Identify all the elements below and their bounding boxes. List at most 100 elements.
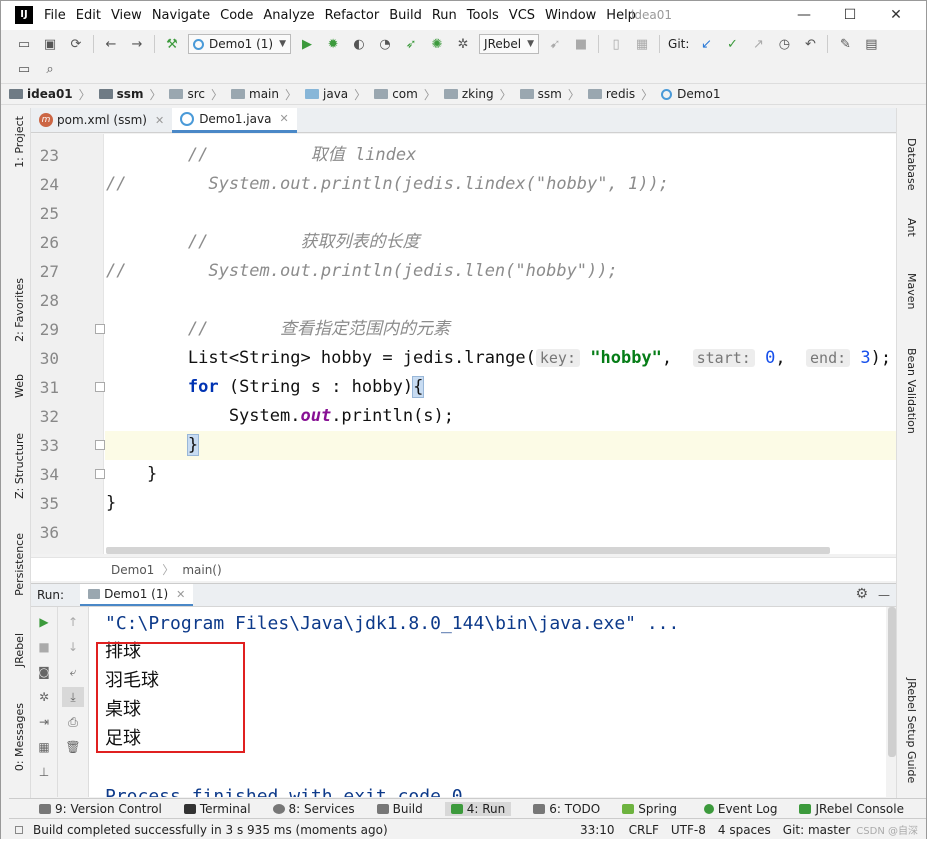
- forward-icon[interactable]: →: [127, 34, 147, 54]
- tab-pom-xml[interactable]: m pom.xml (ssm) ✕: [31, 108, 172, 133]
- tool-spring[interactable]: Spring: [622, 802, 677, 816]
- tool-tab-bean-validation[interactable]: Bean Validation: [905, 348, 918, 434]
- close-button[interactable]: ✕: [873, 1, 919, 30]
- fold-marker-icon[interactable]: [95, 469, 105, 479]
- layout-icon[interactable]: ▦: [33, 737, 55, 757]
- tool-version-control[interactable]: 9: Version Control: [39, 802, 162, 816]
- breadcrumb-src[interactable]: src 〉: [169, 86, 223, 103]
- menu-view[interactable]: View: [106, 8, 147, 23]
- code-line[interactable]: // 取值 lindex: [106, 141, 416, 170]
- trash-icon[interactable]: 🗑: [62, 737, 84, 757]
- pin-icon[interactable]: ⊥: [33, 762, 55, 782]
- tool-tab-jrebel[interactable]: JRebel: [13, 633, 26, 667]
- run-tab-demo1[interactable]: Demo1 (1) ✕: [80, 584, 194, 606]
- fold-marker-icon[interactable]: [95, 324, 105, 334]
- run-config-select[interactable]: Demo1 (1) ▼: [188, 34, 292, 54]
- structure-icon[interactable]: ▦: [632, 34, 652, 54]
- status-message[interactable]: Build completed successfully in 3 s 935 …: [33, 823, 388, 837]
- code-line[interactable]: List<String> hobby = jedis.lrange(key: "…: [106, 344, 891, 373]
- tool-todo[interactable]: 6: TODO: [533, 802, 600, 816]
- rerun-icon[interactable]: ▶: [33, 612, 55, 632]
- git-commit-icon[interactable]: ✓: [722, 34, 742, 54]
- close-icon[interactable]: ✕: [176, 588, 185, 601]
- code-line[interactable]: System.out.println(s);: [106, 402, 454, 431]
- fold-marker-icon[interactable]: [95, 382, 105, 392]
- tool-jrebel-console[interactable]: JRebel Console: [799, 802, 904, 816]
- menu-refactor[interactable]: Refactor: [320, 8, 385, 23]
- debug-icon[interactable]: ✹: [323, 34, 343, 54]
- code-line[interactable]: }: [106, 489, 116, 518]
- menu-navigate[interactable]: Navigate: [147, 8, 215, 23]
- tool-tab-web[interactable]: Web: [13, 374, 26, 398]
- attach-icon[interactable]: ✲: [453, 34, 473, 54]
- code-editor[interactable]: 23 24 25 26 27 28 29 30 31 32 33 34 35 36 // 取值 linde…: [31, 134, 896, 554]
- run-icon[interactable]: ▶: [297, 34, 317, 54]
- caret-position[interactable]: 33:10: [580, 823, 615, 837]
- code-line[interactable]: // 查看指定范围内的元素: [106, 315, 450, 344]
- history-icon[interactable]: ◷: [774, 34, 794, 54]
- breadcrumb-redis[interactable]: redis 〉: [587, 86, 653, 103]
- settings-icon[interactable]: ✲: [33, 687, 55, 707]
- tool-event-log[interactable]: Event Log: [703, 802, 777, 816]
- project-structure-icon[interactable]: ▤: [861, 34, 881, 54]
- breadcrumb-demo1[interactable]: Demo1: [661, 87, 720, 101]
- up-arrow-icon[interactable]: ↑: [62, 612, 84, 632]
- breadcrumb-ssm-pkg[interactable]: ssm 〉: [519, 86, 580, 103]
- menu-vcs[interactable]: VCS: [504, 8, 540, 23]
- jrebel-debug-icon[interactable]: ✺: [427, 34, 447, 54]
- git-branch[interactable]: Git: master: [783, 823, 851, 837]
- menu-analyze[interactable]: Analyze: [258, 8, 319, 23]
- scroll-to-end-icon[interactable]: ⤓: [62, 687, 84, 707]
- indent-setting[interactable]: 4 spaces: [718, 823, 771, 837]
- jrebel-run-icon[interactable]: ➶: [401, 34, 421, 54]
- maximize-button[interactable]: ☐: [827, 1, 873, 30]
- breadcrumb-com[interactable]: com 〉: [374, 86, 436, 103]
- hide-panel-icon[interactable]: —: [878, 588, 890, 602]
- search-icon[interactable]: ⌕: [40, 59, 60, 79]
- menu-code[interactable]: Code: [215, 8, 258, 23]
- camera-icon[interactable]: ◙: [33, 662, 55, 682]
- menu-file[interactable]: File: [39, 8, 71, 23]
- breadcrumb-idea01[interactable]: idea01 〉: [9, 86, 91, 103]
- down-arrow-icon[interactable]: ↓: [62, 637, 84, 657]
- tool-tab-project[interactable]: 1: Project: [13, 116, 26, 168]
- fold-marker-icon[interactable]: [95, 440, 105, 450]
- update-icon[interactable]: ➹: [545, 34, 565, 54]
- tool-tab-persistence[interactable]: Persistence: [13, 533, 26, 596]
- stop-icon[interactable]: ■: [33, 637, 55, 657]
- git-update-icon[interactable]: ↙: [696, 34, 716, 54]
- code-line[interactable]: for (String s : hobby){: [106, 373, 425, 402]
- terminal-icon[interactable]: ▭: [14, 59, 34, 79]
- soft-wrap-icon[interactable]: ⤶: [62, 662, 84, 682]
- git-push-icon[interactable]: ↗: [748, 34, 768, 54]
- breadcrumb-main[interactable]: main 〉: [231, 86, 297, 103]
- tool-build[interactable]: Build: [376, 802, 423, 816]
- breadcrumb-ssm[interactable]: ssm 〉: [98, 86, 161, 103]
- sync-icon[interactable]: ⟳: [66, 34, 86, 54]
- code-line[interactable]: }: [106, 460, 157, 489]
- tab-demo1-java[interactable]: Demo1.java ✕: [172, 107, 297, 133]
- tool-terminal[interactable]: Terminal: [183, 802, 251, 816]
- tool-run[interactable]: 4: Run: [444, 801, 512, 816]
- jrebel-select[interactable]: JRebel ▼: [479, 34, 540, 54]
- editor-crumb-method[interactable]: main(): [182, 563, 221, 577]
- code-line[interactable]: // System.out.println(jedis.llen("hobby"…: [106, 257, 618, 286]
- tool-tab-messages[interactable]: 0: Messages: [13, 703, 26, 771]
- back-icon[interactable]: ←: [101, 34, 121, 54]
- line-separator[interactable]: CRLF: [629, 823, 659, 837]
- close-icon[interactable]: ✕: [279, 112, 288, 125]
- close-icon[interactable]: ✕: [155, 114, 164, 127]
- code-line[interactable]: }: [106, 431, 200, 460]
- stop-icon[interactable]: ■: [571, 34, 591, 54]
- device-icon[interactable]: ▯: [606, 34, 626, 54]
- tool-tab-ant[interactable]: Ant: [905, 218, 918, 237]
- breadcrumb-java[interactable]: java 〉: [305, 86, 366, 103]
- toggle-tool-windows-icon[interactable]: [15, 825, 23, 834]
- settings-wrench-icon[interactable]: ✎: [835, 34, 855, 54]
- open-folder-icon[interactable]: ▭: [14, 34, 34, 54]
- tool-tab-database[interactable]: Database: [905, 138, 918, 191]
- tool-tab-structure[interactable]: Z: Structure: [13, 433, 26, 499]
- tool-tab-maven[interactable]: Maven: [905, 273, 918, 309]
- console-scrollbar[interactable]: [888, 607, 896, 757]
- tool-tab-favorites[interactable]: 2: Favorites: [13, 278, 26, 342]
